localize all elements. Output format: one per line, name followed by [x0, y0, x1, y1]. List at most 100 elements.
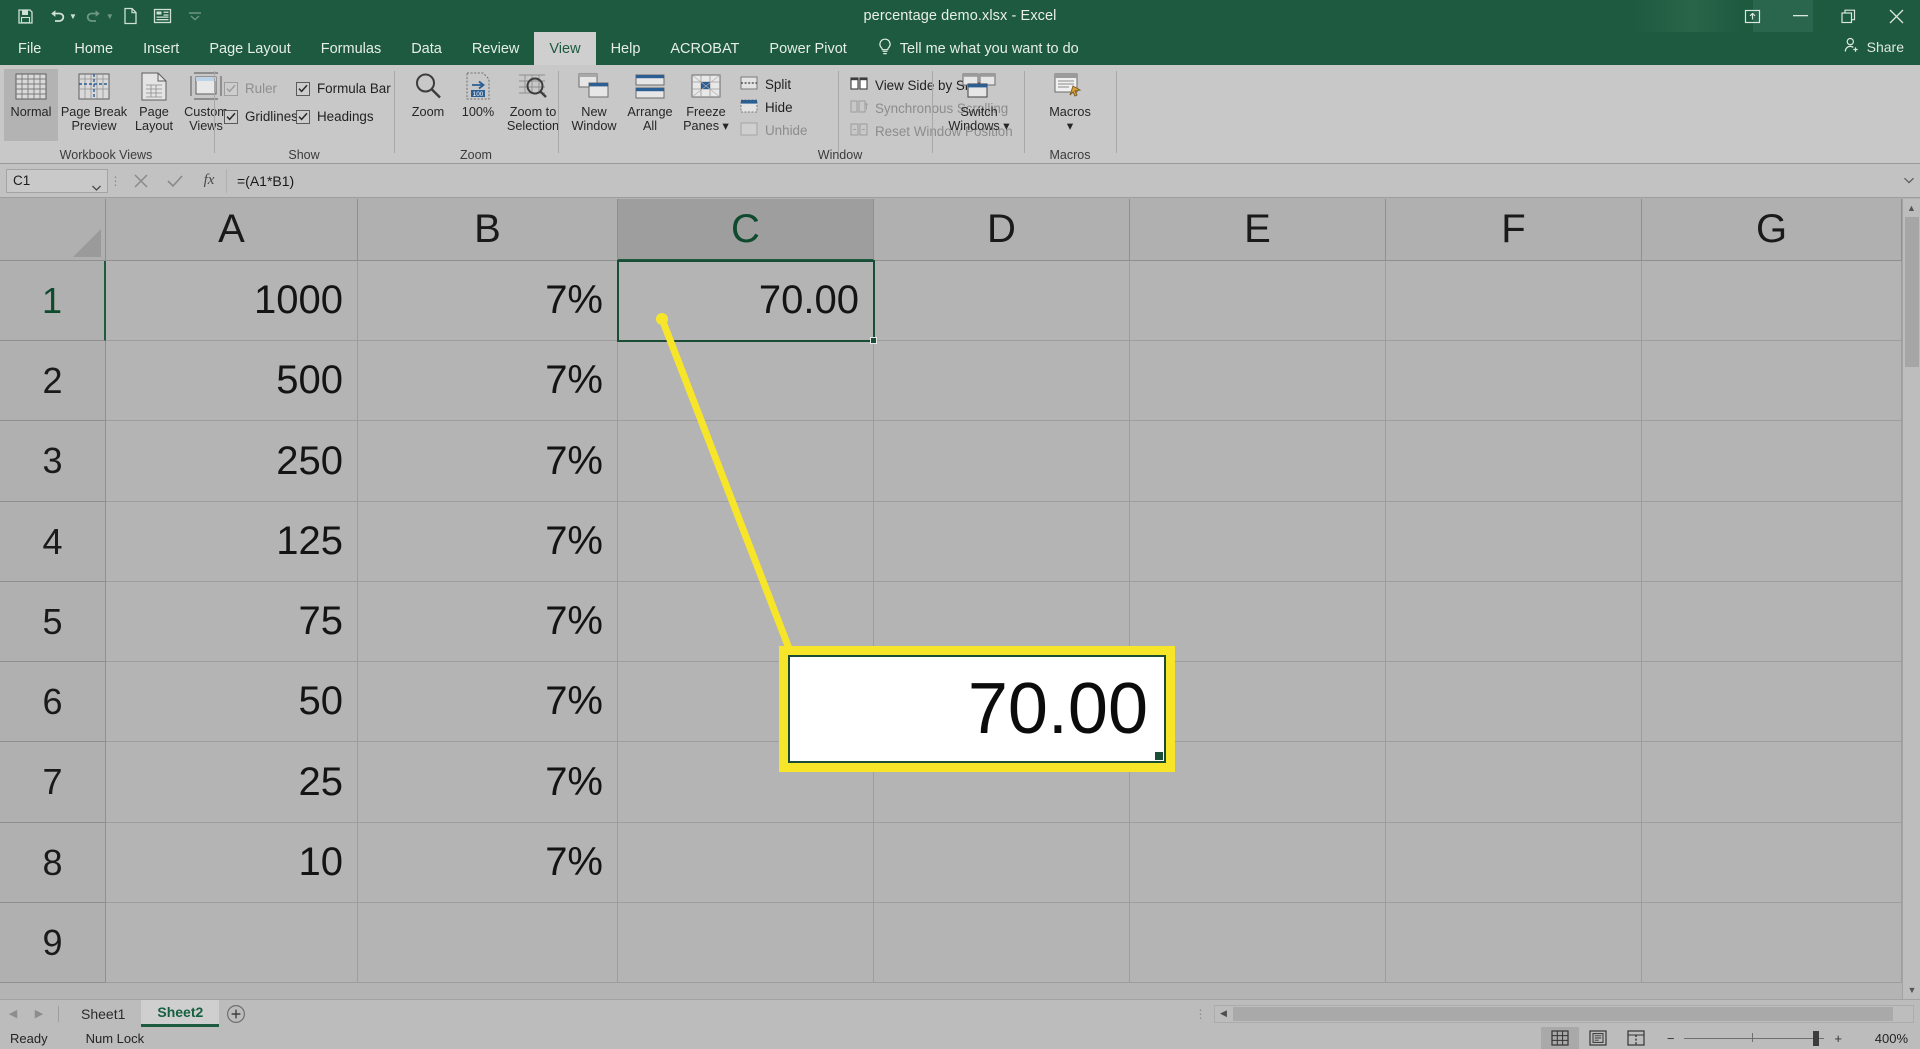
arrange-all-button[interactable]: Arrange All	[622, 69, 678, 141]
vertical-scrollbar[interactable]: ▲ ▼	[1902, 199, 1920, 999]
formula-input[interactable]: =(A1*B1)	[226, 168, 1898, 193]
cell-A8[interactable]: 10	[106, 823, 358, 903]
cell-B7[interactable]: 7%	[358, 742, 618, 823]
cell-D3[interactable]	[874, 421, 1130, 502]
cell-F6[interactable]	[1386, 662, 1642, 742]
sheet-tab-sheet2[interactable]: Sheet2	[141, 1000, 220, 1027]
row-header-9[interactable]: 9	[0, 903, 106, 983]
zoom-button[interactable]: Zoom	[402, 69, 454, 141]
row-header-4[interactable]: 4	[0, 502, 106, 582]
headings-checkbox[interactable]: Headings	[296, 109, 374, 124]
tab-home[interactable]: Home	[59, 32, 128, 65]
tab-acrobat[interactable]: ACROBAT	[655, 32, 754, 65]
cell-F3[interactable]	[1386, 421, 1642, 502]
switch-windows-button[interactable]: Switch Windows ▾	[940, 69, 1018, 141]
cell-E3[interactable]	[1130, 421, 1386, 502]
column-header-G[interactable]: G	[1642, 199, 1902, 261]
cell-A4[interactable]: 125	[106, 502, 358, 582]
column-header-A[interactable]: A	[106, 199, 358, 261]
cell-F1[interactable]	[1386, 261, 1642, 341]
cell-D1[interactable]	[874, 261, 1130, 341]
tab-power-pivot[interactable]: Power Pivot	[754, 32, 861, 65]
scroll-left-icon[interactable]: ◀	[1215, 1006, 1232, 1022]
tab-file[interactable]: File	[0, 32, 59, 65]
cell-C8[interactable]	[618, 823, 874, 903]
cell-F8[interactable]	[1386, 823, 1642, 903]
row-header-6[interactable]: 6	[0, 662, 106, 742]
normal-view-button[interactable]: Normal	[4, 69, 58, 141]
page-break-preview-icon[interactable]	[1617, 1027, 1655, 1049]
cell-D9[interactable]	[874, 903, 1130, 983]
normal-view-icon[interactable]	[1540, 1027, 1579, 1049]
freeze-panes-button[interactable]: Freeze Panes ▾	[678, 69, 734, 141]
zoom-slider-thumb[interactable]	[1813, 1031, 1820, 1046]
cell-B9[interactable]	[358, 903, 618, 983]
cell-B1[interactable]: 7%	[358, 261, 618, 341]
name-box[interactable]: C1	[6, 168, 108, 193]
cell-G4[interactable]	[1642, 502, 1902, 582]
hide-command[interactable]: Hide	[740, 99, 793, 116]
cancel-formula-icon[interactable]	[124, 166, 158, 196]
zoom-level-label[interactable]: 400%	[1854, 1031, 1908, 1046]
cell-D8[interactable]	[874, 823, 1130, 903]
cell-E9[interactable]	[1130, 903, 1386, 983]
ribbon-display-options-icon[interactable]	[1728, 0, 1776, 32]
row-header-7[interactable]: 7	[0, 742, 106, 823]
cell-B2[interactable]: 7%	[358, 341, 618, 421]
new-window-button[interactable]: New Window	[566, 69, 622, 141]
cell-A3[interactable]: 250	[106, 421, 358, 502]
cell-E8[interactable]	[1130, 823, 1386, 903]
cell-B6[interactable]: 7%	[358, 662, 618, 742]
column-header-B[interactable]: B	[358, 199, 618, 261]
cell-G2[interactable]	[1642, 341, 1902, 421]
cell-B8[interactable]: 7%	[358, 823, 618, 903]
scroll-up-icon[interactable]: ▲	[1903, 199, 1920, 217]
tab-data[interactable]: Data	[396, 32, 457, 65]
horizontal-scrollbar[interactable]: ◀	[1214, 1004, 1914, 1023]
tab-insert[interactable]: Insert	[128, 32, 194, 65]
column-header-F[interactable]: F	[1386, 199, 1642, 261]
cell-A5[interactable]: 75	[106, 582, 358, 662]
page-layout-button[interactable]: Page Layout	[130, 69, 178, 141]
cell-A2[interactable]: 500	[106, 341, 358, 421]
column-header-C[interactable]: C	[618, 199, 874, 261]
cell-B3[interactable]: 7%	[358, 421, 618, 502]
previous-sheet-icon[interactable]: ◀	[0, 1007, 26, 1020]
spreadsheet-grid[interactable]: A B C D E F G 1 2 3 4 5 6 7 8 9 1000 500…	[0, 199, 1920, 999]
cell-C9[interactable]	[618, 903, 874, 983]
macros-caret-icon[interactable]: ▾	[1067, 119, 1073, 134]
sheet-bar-grip[interactable]: ⋮	[1188, 1007, 1214, 1021]
cell-E4[interactable]	[1130, 502, 1386, 582]
column-header-D[interactable]: D	[874, 199, 1130, 261]
cell-B4[interactable]: 7%	[358, 502, 618, 582]
row-header-5[interactable]: 5	[0, 582, 106, 662]
row-header-3[interactable]: 3	[0, 421, 106, 502]
cell-C4[interactable]	[618, 502, 874, 582]
cell-B5[interactable]: 7%	[358, 582, 618, 662]
macros-button[interactable]: Macros ▾	[1036, 69, 1104, 141]
next-sheet-icon[interactable]: ▶	[26, 1007, 52, 1020]
row-header-2[interactable]: 2	[0, 341, 106, 421]
enter-formula-icon[interactable]	[158, 166, 192, 196]
cell-D2[interactable]	[874, 341, 1130, 421]
gridlines-checkbox[interactable]: Gridlines	[224, 109, 298, 124]
cell-G9[interactable]	[1642, 903, 1902, 983]
tab-page-layout[interactable]: Page Layout	[194, 32, 305, 65]
expand-formula-bar-icon[interactable]	[1898, 177, 1920, 184]
cell-G5[interactable]	[1642, 582, 1902, 662]
page-layout-view-icon[interactable]	[1579, 1027, 1617, 1049]
minimize-icon[interactable]	[1776, 0, 1824, 32]
row-header-8[interactable]: 8	[0, 823, 106, 903]
scroll-down-icon[interactable]: ▼	[1903, 981, 1920, 999]
cell-A7[interactable]: 25	[106, 742, 358, 823]
zoom-to-selection-button[interactable]: Zoom to Selection	[502, 69, 564, 141]
tab-review[interactable]: Review	[457, 32, 535, 65]
cell-A9[interactable]	[106, 903, 358, 983]
zoom-in-button[interactable]: +	[1834, 1031, 1842, 1046]
split-command[interactable]: Split	[740, 76, 791, 93]
row-header-1[interactable]: 1	[0, 261, 106, 341]
share-button[interactable]: Share	[1844, 37, 1904, 56]
restore-icon[interactable]	[1824, 0, 1872, 32]
cell-C3[interactable]	[618, 421, 874, 502]
vertical-scroll-thumb[interactable]	[1905, 217, 1919, 367]
